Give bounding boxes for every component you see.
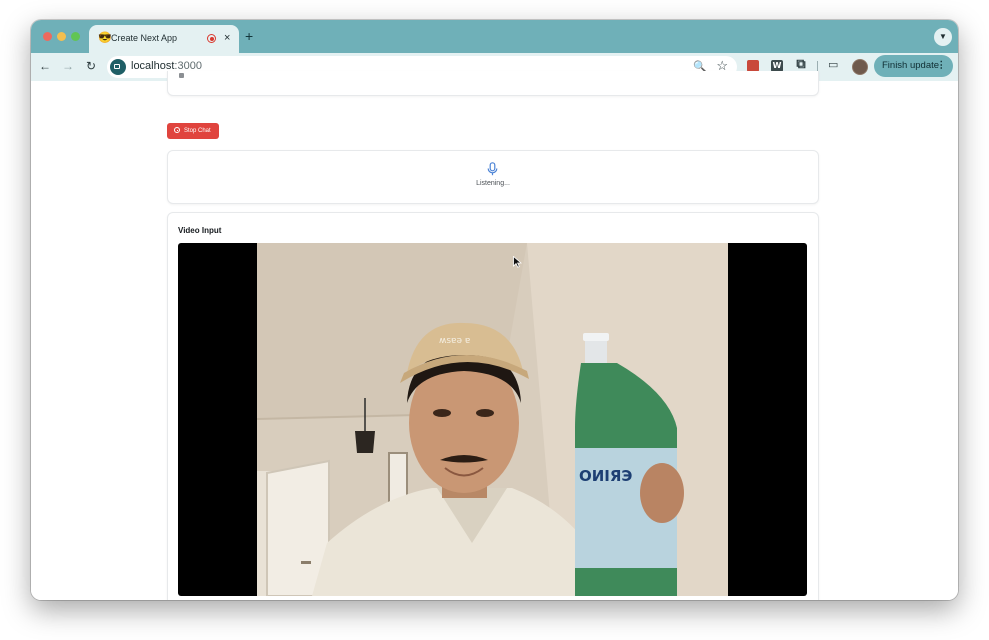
stop-circle-icon	[174, 127, 180, 133]
svg-text:ʍsɐǝ ɐ: ʍsɐǝ ɐ	[439, 336, 470, 346]
profile-avatar[interactable]	[852, 59, 868, 75]
partial-icon	[179, 73, 184, 78]
listening-status: Listening...	[476, 180, 510, 187]
next-app-favicon-icon: 😎	[98, 32, 112, 44]
kebab-menu-icon[interactable]: ⋮	[937, 55, 947, 77]
browser-window: 😎 Create Next App × + ▼ ← → ↻ localhost:…	[31, 20, 958, 600]
new-tab-button[interactable]: +	[245, 28, 253, 44]
page-content: Stop Chat Listening... Video Input ʍsɐǝ …	[31, 71, 958, 600]
finish-update-label: Finish update	[882, 60, 940, 71]
svg-text:ОИІЯЭ: ОИІЯЭ	[579, 467, 632, 485]
mouse-cursor-icon	[513, 256, 522, 268]
listening-card: Listening...	[167, 150, 819, 204]
site-camera-icon[interactable]	[110, 59, 126, 75]
cast-icon[interactable]: ▭	[828, 58, 838, 72]
microphone-icon	[487, 162, 498, 176]
tab-create-next-app[interactable]: 😎 Create Next App ×	[89, 25, 239, 53]
window-minimize-button[interactable]	[57, 32, 66, 41]
extensions-puzzle-icon[interactable]: ⧉	[793, 57, 809, 72]
recording-icon	[207, 34, 216, 43]
back-button[interactable]: ←	[39, 59, 51, 73]
stop-chat-button[interactable]: Stop Chat	[167, 123, 219, 139]
window-close-button[interactable]	[43, 32, 52, 41]
finish-update-button[interactable]: Finish update ⋮	[874, 55, 953, 77]
camera-feed-image: ʍsɐǝ ɐ ОИІЯЭ	[257, 243, 728, 596]
stop-chat-label: Stop Chat	[184, 128, 211, 134]
tab-strip: 😎 Create Next App × + ▼	[31, 20, 958, 53]
video-player[interactable]: ʍsɐǝ ɐ ОИІЯЭ	[178, 243, 807, 596]
top-card-partial	[167, 71, 819, 96]
forward-button[interactable]: →	[62, 59, 74, 73]
video-input-card: Video Input ʍsɐǝ ɐ ОИІЯЭ	[167, 212, 819, 600]
reload-button[interactable]: ↻	[86, 59, 96, 73]
video-section-title: Video Input	[178, 226, 222, 235]
tab-title: Create Next App	[111, 33, 178, 43]
window-maximize-button[interactable]	[71, 32, 80, 41]
tab-search-dropdown-icon[interactable]: ▼	[934, 28, 952, 46]
tab-close-button[interactable]: ×	[224, 31, 230, 45]
